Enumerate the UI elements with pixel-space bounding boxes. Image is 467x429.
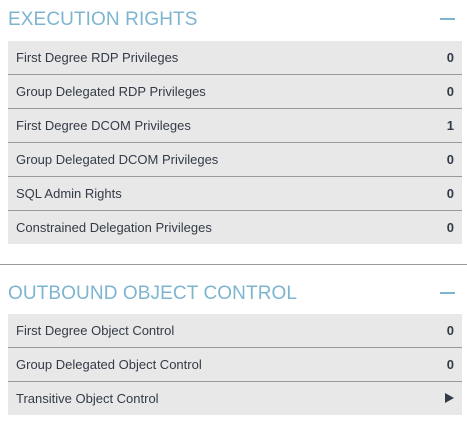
item-label: Transitive Object Control	[16, 391, 159, 406]
outbound-object-control-header[interactable]: OUTBOUND OBJECT CONTROL	[8, 283, 461, 307]
item-label: Group Delegated Object Control	[16, 357, 202, 372]
item-label: Group Delegated RDP Privileges	[16, 84, 206, 99]
item-count: 0	[446, 323, 454, 338]
item-label: First Degree RDP Privileges	[16, 50, 179, 65]
play-arrow-icon[interactable]	[445, 393, 454, 403]
item-label: SQL Admin Rights	[16, 186, 122, 201]
list-item-group-delegated-dcom[interactable]: Group Delegated DCOM Privileges 0	[8, 143, 462, 177]
section-divider	[0, 264, 467, 265]
list-item-first-degree-rdp[interactable]: First Degree RDP Privileges 0	[8, 41, 462, 75]
item-count: 1	[446, 118, 454, 133]
execution-rights-list: First Degree RDP Privileges 0 Group Deleg…	[8, 41, 462, 244]
item-label: Group Delegated DCOM Privileges	[16, 152, 219, 167]
list-item-transitive-object-control[interactable]: Transitive Object Control	[8, 382, 462, 415]
execution-rights-header[interactable]: EXECUTION RIGHTS	[8, 9, 461, 33]
list-item-first-degree-object-control[interactable]: First Degree Object Control 0	[8, 314, 462, 348]
list-item-constrained-delegation[interactable]: Constrained Delegation Privileges 0	[8, 211, 462, 244]
item-count: 0	[446, 152, 454, 167]
item-label: First Degree Object Control	[16, 323, 175, 338]
section-title: OUTBOUND OBJECT CONTROL	[8, 283, 298, 304]
outbound-object-control-list: First Degree Object Control 0 Group Deleg…	[8, 314, 462, 415]
list-item-first-degree-dcom[interactable]: First Degree DCOM Privileges 1	[8, 109, 462, 143]
item-count: 0	[446, 186, 454, 201]
list-item-sql-admin[interactable]: SQL Admin Rights 0	[8, 177, 462, 211]
collapse-minus-icon[interactable]	[440, 18, 455, 20]
list-item-group-delegated-object-control[interactable]: Group Delegated Object Control 0	[8, 348, 462, 382]
item-count: 0	[446, 84, 454, 99]
item-count: 0	[446, 220, 454, 235]
item-count: 0	[446, 50, 454, 65]
item-label: Constrained Delegation Privileges	[16, 220, 212, 235]
list-item-group-delegated-rdp[interactable]: Group Delegated RDP Privileges 0	[8, 75, 462, 109]
item-count: 0	[446, 357, 454, 372]
item-label: First Degree DCOM Privileges	[16, 118, 191, 133]
collapse-minus-icon[interactable]	[440, 292, 455, 294]
section-title: EXECUTION RIGHTS	[8, 9, 198, 30]
